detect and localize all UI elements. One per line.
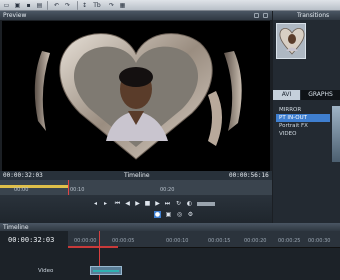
mark-out-icon[interactable]: ▸ xyxy=(102,200,109,207)
undo-icon[interactable]: ↶ xyxy=(52,1,61,10)
preview-panel-header: Preview xyxy=(0,11,272,20)
rewind-icon[interactable]: ◀ xyxy=(124,200,131,207)
timeline-title: Timeline xyxy=(3,224,29,231)
ruler-mark: 00:00:15 xyxy=(208,238,231,244)
timeline-timecode: 00:00:32:03 xyxy=(8,236,55,244)
stop-icon[interactable]: ■ xyxy=(144,200,151,207)
ruler-mark: 00:00:10 xyxy=(166,238,189,244)
redo-alt-icon[interactable]: ↷ xyxy=(107,1,116,10)
video-preview[interactable] xyxy=(2,21,270,171)
transition-preview-strip xyxy=(332,106,340,162)
tab-avi[interactable]: AVI xyxy=(273,90,300,100)
ruler-mark: 00:00 xyxy=(14,187,29,193)
ruler-mark: 00:00:25 xyxy=(278,238,301,244)
preview-playhead[interactable] xyxy=(68,180,69,195)
snapshot-icon[interactable]: ◎ xyxy=(176,211,183,218)
ruler-mark: 00:00:30 xyxy=(308,238,331,244)
ruler-mark: 00:10 xyxy=(70,187,85,193)
transitions-header: Transitions xyxy=(273,11,340,20)
ruler-mark: 00:00:05 xyxy=(112,238,135,244)
list-item[interactable]: MIRROR xyxy=(276,106,330,114)
video-clip[interactable] xyxy=(90,266,122,275)
heart-thumbnail-icon xyxy=(279,28,305,55)
timeline-selection[interactable] xyxy=(68,246,118,248)
list-item[interactable]: Portrait FX xyxy=(276,122,330,130)
open-folder-icon[interactable]: ▣ xyxy=(13,1,22,10)
toolbar-divider xyxy=(77,1,78,10)
transition-list: MIRROR PT IN-OUT Portrait FX VIDEO xyxy=(276,106,330,138)
heart-frame-transition xyxy=(34,33,242,160)
list-item[interactable]: PT IN-OUT xyxy=(276,114,330,122)
track-label-video: Video xyxy=(38,268,54,274)
volume-icon[interactable]: ◐ xyxy=(186,200,193,207)
maximize-icon[interactable] xyxy=(263,13,268,18)
redo-icon[interactable]: ↷ xyxy=(63,1,72,10)
fast-forward-icon[interactable]: ▶ xyxy=(154,200,161,207)
new-file-icon[interactable]: ▭ xyxy=(2,1,11,10)
preview-timecode-bar: 00:00:32:03 Timeline 00:00:56:16 xyxy=(0,171,272,180)
minimize-icon[interactable] xyxy=(254,13,259,18)
mark-in-icon[interactable]: ◂ xyxy=(92,200,99,207)
film-icon[interactable]: ▦ xyxy=(118,1,127,10)
transition-thumbnail[interactable] xyxy=(276,23,306,59)
transitions-panel: Transitions AVI GRAPHS MIRROR PT IN-OUT … xyxy=(273,11,340,223)
current-timecode: 00:00:32:03 xyxy=(3,172,43,179)
list-item[interactable]: VIDEO xyxy=(276,130,330,138)
ruler-mark: 00:00:20 xyxy=(244,238,267,244)
tab-graphs[interactable]: GRAPHS xyxy=(301,90,340,100)
save-icon[interactable]: ▪ xyxy=(24,1,33,10)
ruler-mark: 00:00:00 xyxy=(74,238,97,244)
clip-waveform xyxy=(93,270,119,272)
toolbar-divider xyxy=(47,1,48,10)
loop-icon[interactable]: ↻ xyxy=(175,200,182,207)
preview-scrubber[interactable]: 00:00 00:10 00:20 xyxy=(0,180,272,195)
skip-start-icon[interactable]: ⏮ xyxy=(114,200,121,207)
transport-controls: ◂ ▸ ⏮ ◀ ▶ ■ ▶ ⏭ ↻ ◐ ● ▣ ◎ ⚙ xyxy=(0,195,272,223)
print-icon[interactable]: ▤ xyxy=(35,1,44,10)
skip-end-icon[interactable]: ⏭ xyxy=(164,200,171,207)
record-icon[interactable]: ● xyxy=(154,211,161,218)
play-icon[interactable]: ▶ xyxy=(134,200,141,207)
ruler-mark: 00:20 xyxy=(160,187,175,193)
preview-title: Preview xyxy=(3,12,27,19)
timeline-label: Timeline xyxy=(124,172,150,179)
main-toolbar: ▭ ▣ ▪ ▤ ↶ ↷ ↕ Tb ↷ ▦ xyxy=(0,0,340,11)
text-size-icon[interactable]: Tb xyxy=(90,1,104,10)
timeline-header: Timeline xyxy=(0,223,340,231)
played-range xyxy=(0,185,68,188)
camera-icon[interactable]: ▣ xyxy=(165,211,172,218)
bold-icon[interactable]: ↕ xyxy=(80,1,89,10)
end-timecode: 00:00:56:16 xyxy=(229,172,269,179)
transitions-title: Transitions xyxy=(297,12,330,19)
volume-slider[interactable] xyxy=(197,202,215,206)
settings-icon[interactable]: ⚙ xyxy=(187,211,194,218)
